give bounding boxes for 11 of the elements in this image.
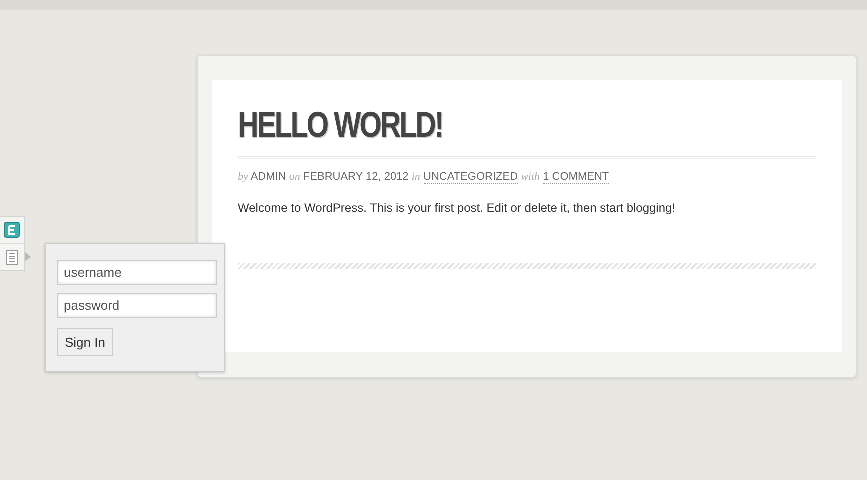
post-meta: by ADMIN on FEBRUARY 12, 2012 in UNCATEGORIZED with 1 COMMENT (238, 171, 610, 183)
post-body: Welcome to WordPress. This is your first post. Edit or delete it, then start blogging! (238, 201, 677, 215)
post-link[interactable]: 1 COMMENT (543, 171, 610, 184)
post-title: HELLO WORLD! (238, 103, 444, 146)
blog-icon[interactable] (4, 222, 20, 238)
username-field[interactable]: username (57, 260, 217, 285)
pointer-icon (25, 252, 31, 262)
password-field[interactable]: password (57, 293, 217, 318)
sign-in-button[interactable]: Sign In (57, 328, 114, 356)
post-link[interactable]: UNCATEGORIZED (424, 171, 518, 184)
document-icon[interactable] (6, 250, 18, 264)
